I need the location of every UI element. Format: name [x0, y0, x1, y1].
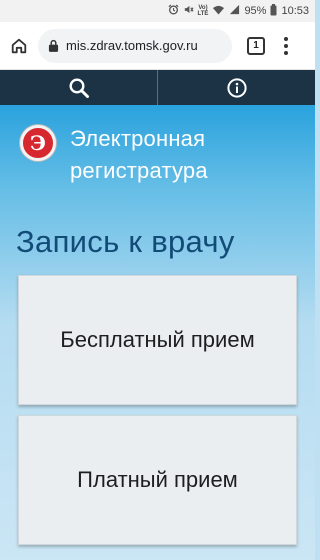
menu-dot: [284, 36, 288, 41]
browser-toolbar: mis.zdrav.tomsk.gov.ru 1: [0, 22, 315, 70]
home-icon: [11, 38, 27, 53]
status-bar: Vo) LTE 95% 10:53: [0, 0, 315, 22]
lock-icon: [48, 39, 59, 52]
menu-dot: [284, 50, 288, 55]
brand-line-1: Электронная: [70, 126, 206, 151]
page-title: Запись к врачу: [16, 224, 235, 259]
volte-indicator: Vo) LTE: [198, 5, 209, 17]
site-toolbar: [0, 70, 315, 105]
paid-appointment-button[interactable]: Платный прием: [18, 415, 297, 545]
tabs-button[interactable]: 1: [247, 36, 265, 55]
url-text: mis.zdrav.tomsk.gov.ru: [66, 38, 198, 53]
brand-title: Электронная регистратура: [70, 123, 208, 187]
address-bar[interactable]: mis.zdrav.tomsk.gov.ru: [38, 28, 232, 63]
menu-dot: [284, 43, 288, 48]
volte-lte-text: LTE: [197, 11, 209, 17]
brand-header: Э Электронная регистратура: [20, 123, 208, 187]
paid-appointment-label: Платный прием: [77, 467, 238, 492]
info-button[interactable]: [157, 70, 315, 105]
info-icon: [226, 77, 247, 98]
signal-icon: [229, 4, 240, 18]
search-icon: [68, 77, 89, 98]
brand-line-2: регистратура: [70, 158, 208, 183]
free-appointment-button[interactable]: Бесплатный прием: [18, 275, 297, 405]
browser-menu-button[interactable]: [282, 36, 290, 55]
alarm-icon: [168, 4, 179, 18]
wifi-icon: [212, 4, 225, 18]
mute-icon: [183, 4, 194, 18]
battery-icon: [270, 3, 277, 19]
home-button[interactable]: [0, 22, 38, 70]
search-button[interactable]: [0, 70, 157, 105]
clock-time: 10:53: [281, 5, 309, 17]
page-content: Э Электронная регистратура Запись к врач…: [0, 105, 315, 560]
tab-count: 1: [253, 40, 259, 51]
battery-percent: 95%: [244, 5, 267, 17]
logo-letter: Э: [30, 131, 46, 155]
site-logo: Э: [20, 125, 56, 161]
free-appointment-label: Бесплатный прием: [60, 327, 255, 352]
